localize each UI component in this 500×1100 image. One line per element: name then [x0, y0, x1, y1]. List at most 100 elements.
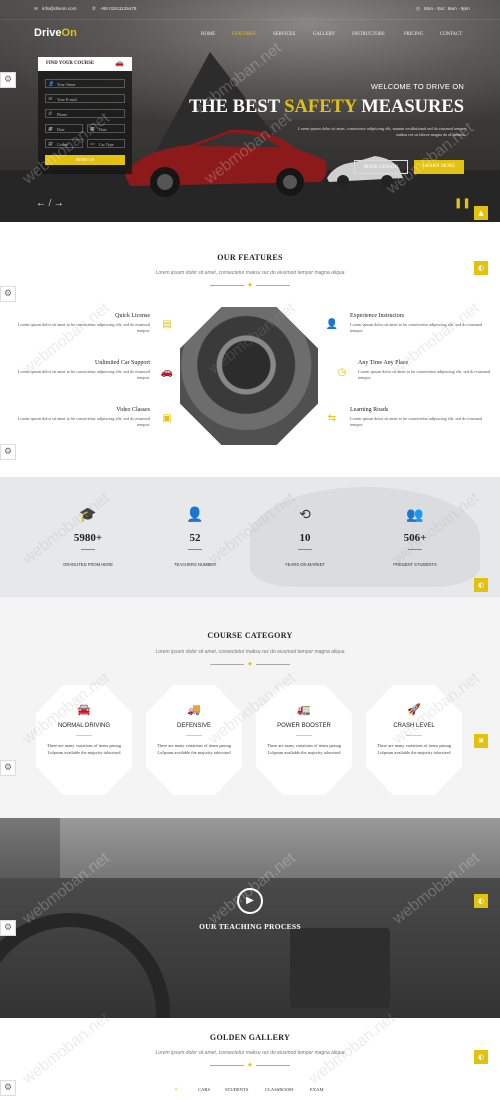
hero-subtitle: WELCOME TO DRIVE ON [370, 82, 464, 91]
gallery-tab-classroom[interactable]: CLASSROOM [265, 1087, 293, 1092]
stat-label: TEACHERS NUMBER [173, 562, 217, 567]
course-card-defensive[interactable]: 🚚 DEFENSIVE There are many variations of… [146, 685, 242, 795]
nav-item-home[interactable]: HOME [201, 32, 215, 37]
gallery-tab-students[interactable]: STUDENTS [225, 1087, 248, 1092]
truck-icon: 🚚 [187, 703, 201, 716]
car-icon: ▭ [90, 141, 95, 146]
car-support-icon: 🚗 [160, 367, 174, 378]
stat-label: GRADUTED FROM HERE [63, 562, 113, 567]
section-separator: ◆ [210, 282, 290, 288]
logo-text-b: On [61, 27, 77, 39]
feature-video-classes: Video Classes Lorem ipsum dolor sit amet… [10, 407, 150, 428]
section-separator: ◆ [210, 661, 290, 667]
name-field-placeholder: Your Name [57, 81, 76, 87]
phone-icon: ✆ [48, 111, 52, 116]
car-icon: 🚗 [115, 59, 124, 67]
feature-learning-roads: Learning Roads Lorem ipsum dolor sit ame… [350, 407, 490, 428]
topbar-phone[interactable]: +88 01911125478 [100, 6, 137, 11]
road-sign-icon: ⇆ [327, 413, 337, 424]
steering-wheel-image [180, 307, 318, 445]
phone-icon: ✆ [92, 6, 96, 11]
settings-gear-icon[interactable]: ⚙ [0, 920, 16, 936]
hero-title-part-b: MEASURES [356, 97, 464, 117]
feature-title: Video Classes [116, 407, 150, 413]
courses-subtitle: Lorem ipsum dolor sit amet, consectetur … [155, 649, 345, 655]
teaching-title: OUR TEACHING PROCESS [199, 922, 301, 931]
course-text: There are many variations of items passa… [46, 743, 122, 755]
feature-title: Any Time Any Place [358, 360, 409, 366]
hero-title-highlight: SAFETY [284, 97, 357, 117]
side-panel-icon[interactable]: ◐ [474, 261, 488, 275]
center-console [290, 928, 390, 1008]
top-bar: ✉ info@drivon.com ✆ +88 01911125478 ◷ Mo… [0, 0, 500, 20]
watermark: webmoban.net [305, 1009, 399, 1088]
features-title: OUR FEATURES [217, 253, 283, 262]
hero-section: ✉ info@drivon.com ✆ +88 01911125478 ◷ Mo… [0, 0, 500, 222]
course-title: POWER BOOSTER [277, 723, 331, 729]
topbar-hours: Mon - Sat : 9am - 9pm [424, 6, 470, 11]
stat-label: PRESENT STUDENTS [393, 562, 437, 567]
side-panel-icon[interactable]: ◐ [474, 578, 488, 592]
stat-value: 10 [299, 532, 311, 544]
settings-gear-icon[interactable]: ⚙ [0, 72, 16, 88]
book-icon: ▤ [48, 141, 53, 146]
gallery-tab-all-icon[interactable]: ⚘ [174, 1087, 178, 1093]
gallery-tab-cars[interactable]: CARS [198, 1087, 210, 1092]
logo-text-a: Drive [34, 27, 62, 39]
tools-icon[interactable]: ✖ [474, 734, 488, 748]
settings-gear-icon[interactable]: ⚙ [0, 286, 16, 302]
topbar-email[interactable]: info@drivon.com [42, 6, 77, 11]
nav-item-gallery[interactable]: GALLERY [313, 32, 335, 37]
email-icon: ✉ [34, 6, 38, 11]
side-panel-icon[interactable]: ◐ [474, 894, 488, 908]
nav-item-features[interactable]: FEATURES [232, 32, 256, 37]
section-separator: ◆ [210, 1062, 290, 1068]
features-subtitle: Lorem ipsum dolor sit amet, consectetur … [155, 270, 345, 276]
settings-gear-icon[interactable]: ⚙ [0, 760, 16, 776]
hero-description: Lorem ipsum dolor sit amet, consectetur … [298, 126, 466, 137]
settings-gear-icon[interactable]: ⚙ [0, 1080, 16, 1096]
email-field-placeholder: Your E-mail [57, 96, 77, 102]
teacher-icon: 👤 [186, 507, 204, 523]
feature-text: Lorem ipsum dolor sit amet to be consect… [358, 369, 491, 381]
courses-title: COURSE CATEGORY [207, 631, 293, 640]
car-type-select[interactable]: ▭ Car Type [87, 139, 125, 148]
course-text: There are many variations of items passa… [376, 743, 452, 755]
name-field[interactable]: 👤 Your Name [45, 79, 125, 88]
phone-field-placeholder: Phone [57, 111, 67, 117]
hero-title: THE BEST SAFETY MEASURES [189, 97, 464, 118]
car-type-select-value: Car Type [99, 141, 114, 147]
feature-text: Lorem ipsum dolor sit amet to be consect… [17, 416, 150, 428]
user-icon: 👤 [48, 81, 54, 86]
find-course-header: FIND YOUR COURSE 🚗 [38, 57, 132, 71]
nav-item-services[interactable]: SERVICES [273, 32, 295, 37]
stat-label: YEARS ON MARKET [284, 562, 326, 567]
feature-any-time-any-place: Any Time Any Place Lorem ipsum dolor sit… [358, 360, 498, 381]
slider-arrows[interactable]: ← / → [36, 198, 64, 209]
separator-icon: ◆ [248, 662, 252, 667]
side-panel-icon[interactable]: ◐ [474, 1050, 488, 1064]
feature-text: Lorem ipsum dolor sit amet to be consect… [350, 416, 483, 428]
scroll-up-icon[interactable]: ▲ [474, 206, 488, 220]
calendar-icon: ▦ [48, 126, 53, 131]
find-course-title: FIND YOUR COURSE [46, 61, 95, 66]
separator-icon: ◆ [248, 1063, 252, 1068]
clock-icon: ◷ [416, 6, 421, 11]
nav-item-pricing[interactable]: PRICING [404, 32, 423, 37]
teaching-process-section [0, 818, 500, 1018]
separator-icon: ◆ [248, 283, 252, 288]
nav-item-contact[interactable]: CONTACT [440, 32, 462, 37]
nav-item-instructors[interactable]: INSTRUCTORS [352, 32, 385, 37]
settings-gear-icon[interactable]: ⚙ [0, 444, 16, 460]
instructor-icon: 👤 [325, 319, 339, 330]
watermark: webmoban.net [19, 1009, 113, 1088]
site-logo[interactable]: DriveOn [34, 27, 77, 39]
video-icon: ▣ [162, 413, 172, 424]
course-text: There are many variations of items passa… [156, 743, 232, 755]
email-field[interactable]: ✉ Your E-mail [45, 94, 125, 103]
license-icon: ▤ [162, 319, 172, 330]
course-text: There are many variations of items passa… [266, 743, 342, 755]
pause-icon[interactable]: ❚❚ [454, 198, 471, 209]
phone-field[interactable]: ✆ Phone [45, 109, 125, 118]
feature-title: Learning Roads [350, 407, 389, 413]
